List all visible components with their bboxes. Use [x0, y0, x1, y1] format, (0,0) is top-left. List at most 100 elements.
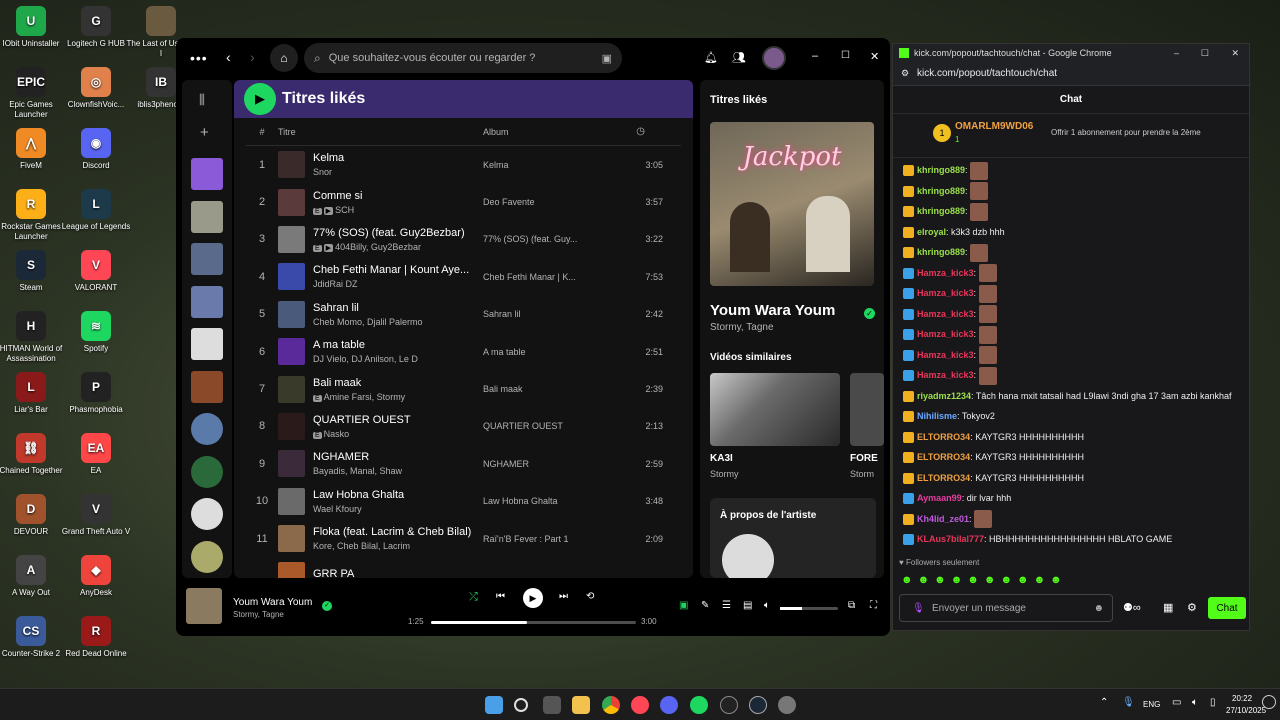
avatar[interactable] — [762, 46, 786, 70]
desktop-icon[interactable]: EA EA — [61, 433, 131, 476]
volume-slider[interactable] — [780, 607, 838, 610]
track-artist[interactable]: Nasko — [324, 429, 350, 439]
track-artist[interactable]: Bayadis, Manal, Shaw — [313, 466, 402, 476]
language-indicator[interactable]: ENG — [1143, 700, 1160, 709]
progress-bar[interactable] — [431, 621, 636, 624]
search-icon[interactable] — [514, 698, 528, 712]
top-gifter-name[interactable]: OMARLM9WD06 — [955, 121, 1033, 132]
chat-username[interactable]: khringo889 — [917, 165, 965, 175]
chat-username[interactable]: khringo889 — [917, 186, 965, 196]
video-thumb-2[interactable] — [850, 373, 884, 446]
chat-username[interactable]: ELTORRO34 — [917, 452, 970, 462]
track-artist[interactable]: Cheb Momo, Djalil Palermo — [313, 317, 423, 327]
track-title[interactable]: GRR PA — [313, 568, 473, 578]
chat-username[interactable]: Hamza_kick3 — [917, 350, 974, 360]
search-input[interactable]: Que souhaitez-vous écouter ou regarder ? — [329, 52, 536, 64]
library-item[interactable] — [191, 243, 223, 275]
track-album[interactable]: 77% (SOS) (feat. Guy... — [483, 234, 583, 244]
library-item[interactable] — [191, 455, 223, 488]
desktop-icon[interactable]: D DEVOUR — [0, 494, 66, 537]
chrome-icon[interactable] — [602, 696, 620, 714]
spotify-icon[interactable] — [690, 696, 708, 714]
about-artist-card[interactable]: À propos de l'artiste — [710, 498, 876, 578]
track-album[interactable]: Law Hobna Ghalta — [483, 496, 583, 506]
library-item[interactable] — [191, 328, 223, 360]
track-album[interactable]: Sahran lil — [483, 309, 583, 319]
settings-icon[interactable]: ⚙ — [1187, 601, 1197, 614]
file-explorer-icon[interactable] — [572, 696, 590, 714]
track-artist[interactable]: 404Billy, Guy2Bezbar — [335, 242, 421, 252]
app-icon[interactable] — [720, 696, 738, 714]
track-album[interactable]: Cheb Fethi Manar | K... — [483, 272, 583, 282]
chat-username[interactable]: Nihilisme — [917, 411, 957, 421]
chat-username[interactable]: KLAus7bilal777 — [917, 534, 984, 544]
track-title[interactable]: Bali maak — [313, 377, 473, 389]
maximize-icon[interactable]: ☐ — [841, 50, 850, 61]
play-pause-button[interactable]: ▶ — [523, 588, 543, 608]
address-bar[interactable]: ⚙ kick.com/popout/tachtouch/chat — [893, 62, 1249, 86]
track-title[interactable]: Comme si — [313, 190, 473, 202]
search-bar[interactable]: ⌕ Que souhaitez-vous écouter ou regarder… — [304, 43, 622, 73]
points-icon[interactable]: ⚉∞ — [1123, 601, 1141, 614]
track-title[interactable]: NGHAMER — [313, 451, 473, 463]
track-album[interactable]: NGHAMER — [483, 459, 583, 469]
track-row[interactable]: GRR PA — [246, 557, 681, 578]
chat-username[interactable]: Hamza_kick3 — [917, 288, 974, 298]
track-artist[interactable]: JdidRai DZ — [313, 279, 358, 289]
desktop-icon[interactable]: S Steam — [0, 250, 66, 293]
chat-username[interactable]: ELTORRO34 — [917, 432, 970, 442]
track-row[interactable]: 9 NGHAMER Bayadis, Manal, Shaw NGHAMER 2:59 — [246, 445, 681, 482]
emoji-icon[interactable]: ☻ — [1093, 603, 1104, 614]
network-icon[interactable]: ▭ — [1172, 697, 1181, 708]
track-artist[interactable]: Snor — [313, 167, 332, 177]
queue-icon[interactable]: ☰ — [722, 600, 731, 611]
liked-check-icon[interactable]: ✓ — [322, 601, 332, 611]
track-title[interactable]: Law Hobna Ghalta — [313, 489, 473, 501]
library-item[interactable] — [191, 498, 223, 530]
library-item[interactable] — [191, 285, 223, 318]
desktop-icon[interactable]: CS Counter-Strike 2 — [0, 616, 66, 659]
volume-icon[interactable]: 🔈︎ — [764, 600, 770, 611]
track-row[interactable]: 2 Comme si E ▶ SCH Deo Favente 3:57 — [246, 183, 681, 220]
video-title-2[interactable]: FORE — [850, 453, 878, 464]
track-row[interactable]: 7 Bali maak E Amine Farsi, Stormy Bali maak 2… — [246, 370, 681, 407]
chat-username[interactable]: Hamza_kick3 — [917, 309, 974, 319]
valorant-app-icon[interactable] — [631, 696, 649, 714]
fullscreen-icon[interactable]: ⛶ — [870, 600, 877, 611]
track-row[interactable]: 4 Cheb Fethi Manar | Kount Aye... JdidRai … — [246, 258, 681, 295]
track-title[interactable]: Cheb Fethi Manar | Kount Aye... — [313, 264, 473, 276]
add-icon[interactable]: + — [200, 124, 209, 141]
chat-username[interactable]: Kh4lid_ze01 — [917, 514, 969, 524]
library-icon[interactable]: ⫼ — [199, 92, 205, 108]
library-item[interactable] — [191, 370, 223, 403]
desktop-icon[interactable]: L League of Legends — [61, 189, 131, 232]
track-artist[interactable]: SCH — [335, 205, 354, 215]
desktop-icon[interactable]: G Logitech G HUB — [61, 6, 131, 49]
next-icon[interactable]: ⏭ — [559, 591, 568, 602]
track-artist[interactable]: Wael Kfoury — [313, 504, 362, 514]
close-icon[interactable]: ✕ — [870, 50, 879, 63]
video-title-1[interactable]: KA3I — [710, 453, 733, 464]
track-row[interactable]: 8 QUARTIER OUEST E Nasko QUARTIER OUEST 2:13 — [246, 408, 681, 445]
track-album[interactable]: A ma table — [483, 347, 583, 357]
track-artist[interactable]: DJ Vielo, DJ Anilson, Le D — [313, 354, 418, 364]
previous-icon[interactable]: ⏮ — [496, 591, 505, 602]
url-text[interactable]: kick.com/popout/tachtouch/chat — [917, 68, 1057, 79]
track-album[interactable]: Kelma — [483, 160, 583, 170]
player-artists[interactable]: Stormy, Tagne — [233, 610, 284, 619]
player-song[interactable]: Youm Wara Youm — [233, 597, 312, 608]
forward-icon[interactable]: › — [250, 49, 255, 65]
chat-username[interactable]: elroyal — [917, 227, 946, 237]
discord-icon[interactable] — [660, 696, 678, 714]
battery-icon[interactable]: ▯ — [1210, 697, 1216, 708]
minimize-icon[interactable]: – — [812, 50, 818, 62]
notification-icon[interactable] — [1262, 695, 1276, 709]
desktop-icon[interactable]: ◆ AnyDesk — [61, 555, 131, 598]
desktop-icon[interactable]: ⛓ Chained Together — [0, 433, 66, 476]
track-row[interactable]: 11 Floka (feat. Lacrim & Cheb Bilal) Kore,… — [246, 520, 681, 557]
video-thumb[interactable] — [710, 373, 840, 446]
track-row[interactable]: 6A ma table DJ Vielo, DJ Anilson, Le DA m… — [246, 333, 681, 370]
track-artist[interactable]: Amine Farsi, Stormy — [324, 392, 406, 402]
track-title[interactable]: 77% (SOS) (feat. Guy2Bezbar) — [313, 227, 473, 239]
desktop-icon[interactable]: ≋ Spotify — [61, 311, 131, 354]
